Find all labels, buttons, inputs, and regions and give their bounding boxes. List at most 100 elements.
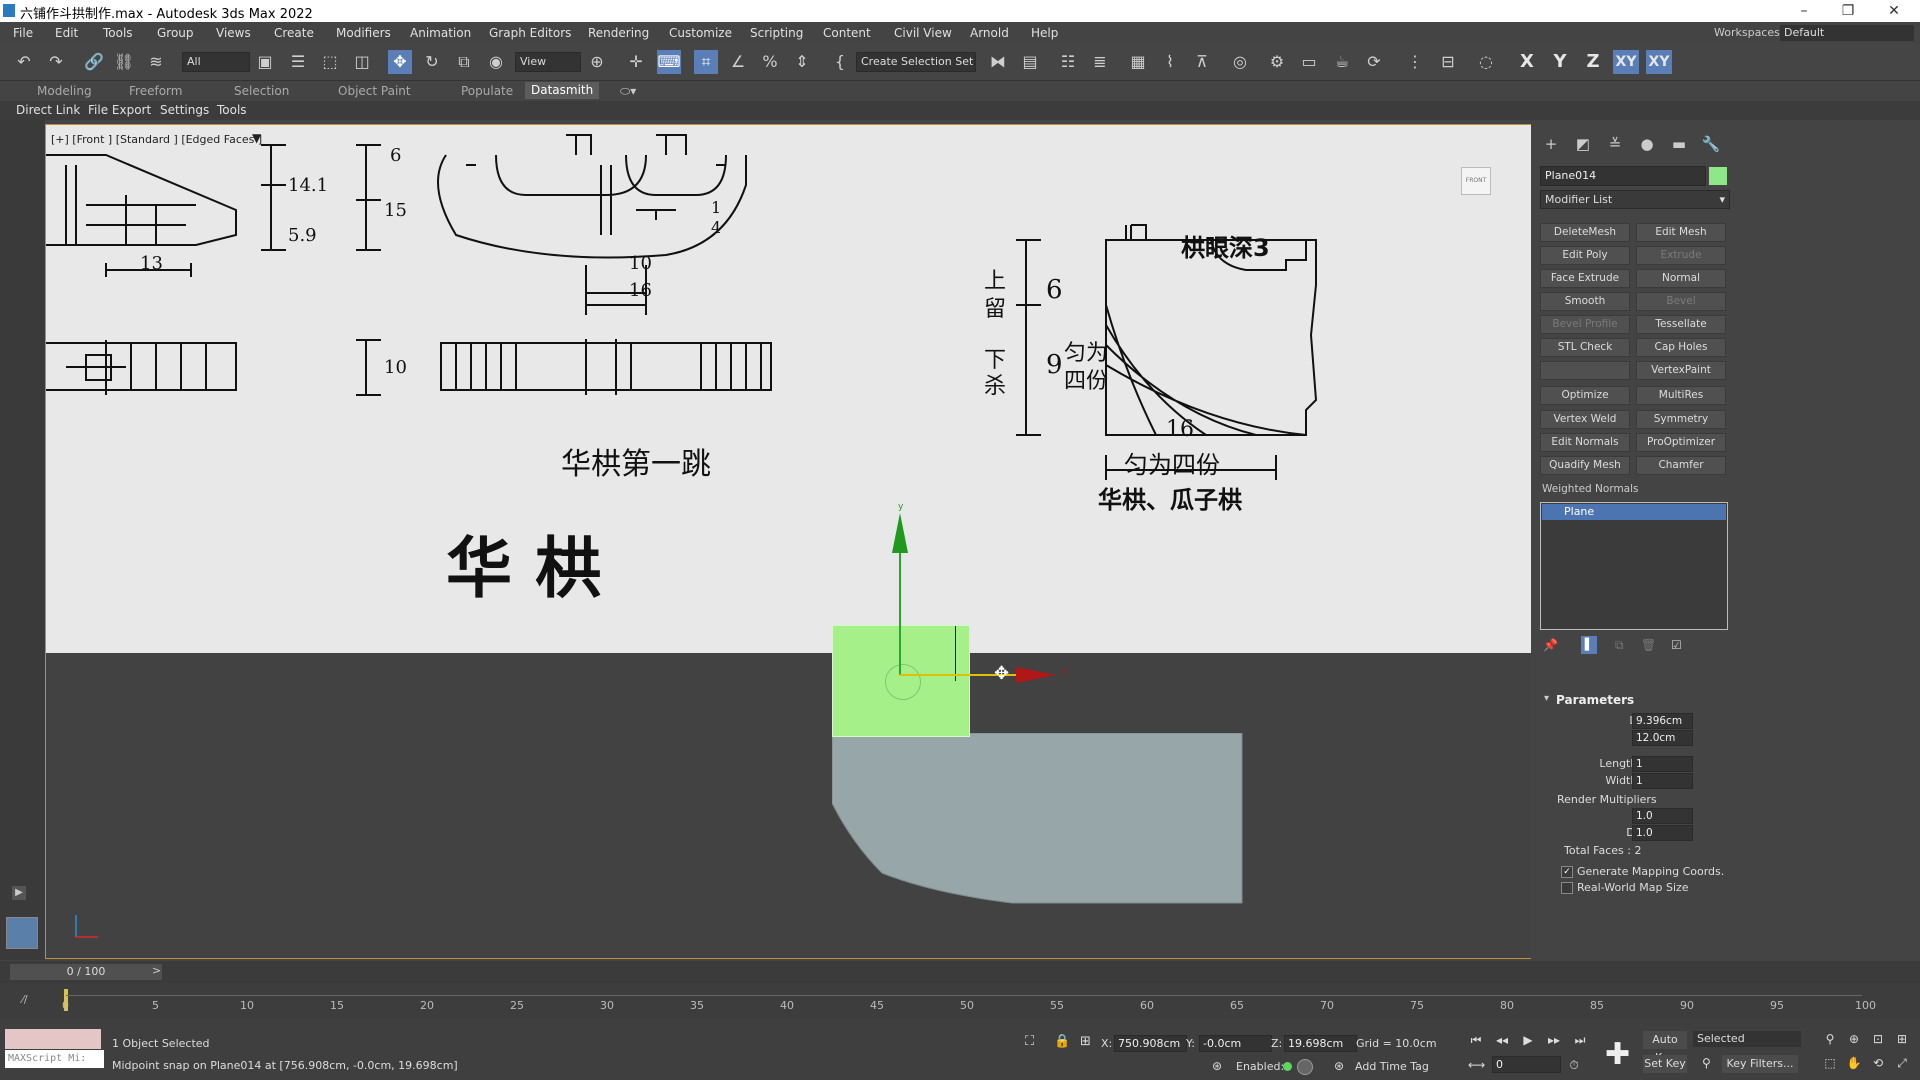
direct-link-menu[interactable]: Direct Link — [16, 103, 80, 117]
track-bar[interactable]: ⁄/ 0 5 10 15 20 25 30 35 40 45 50 55 60 … — [0, 983, 1920, 1019]
mod-cap-holes-button[interactable]: Cap Holes — [1636, 338, 1726, 357]
axis-xy-button[interactable]: XY — [1613, 50, 1639, 74]
mod-editpoly-button[interactable]: Edit Poly — [1540, 246, 1630, 265]
bind-space-warp-icon[interactable]: ≋ — [144, 50, 168, 74]
z-coordinate-field[interactable]: 19.698cm — [1284, 1035, 1357, 1052]
axis-x-button[interactable]: X — [1514, 50, 1540, 74]
mod-stl-check-button[interactable]: STL Check — [1540, 338, 1630, 357]
pivot-center-icon[interactable]: ⊕ — [585, 50, 609, 74]
mod-editmesh-button[interactable]: Edit Mesh — [1636, 223, 1726, 242]
mod-vertexpaint-button[interactable]: VertexPaint — [1636, 361, 1726, 380]
scene-explorer-icon[interactable]: ☷ — [1056, 50, 1080, 74]
auto-key-button[interactable]: Auto Key — [1643, 1031, 1687, 1064]
material-editor-icon[interactable]: ◎ — [1228, 50, 1252, 74]
key-filters-button[interactable]: Key Filters... — [1722, 1055, 1798, 1073]
file-export-menu[interactable]: File Export — [88, 103, 151, 117]
enabled-toggle[interactable] — [1297, 1059, 1313, 1075]
menu-scripting[interactable]: Scripting — [750, 26, 803, 40]
mod-bevel-button[interactable]: Bevel — [1636, 292, 1726, 311]
layout-thumbnail[interactable] — [6, 917, 38, 949]
mini-curve-editor-icon[interactable]: ⁄/ — [22, 993, 28, 1006]
snaps-toggle-icon[interactable]: ⌗ — [694, 50, 718, 74]
mod-extrude-button[interactable]: Extrude — [1636, 246, 1726, 265]
mod-smooth-button[interactable]: Smooth — [1540, 292, 1630, 311]
motion-tab-icon[interactable]: ● — [1637, 134, 1657, 154]
mod-tessellate-button[interactable]: Tessellate — [1636, 315, 1726, 334]
mod-quadify-mesh-button[interactable]: Quadify Mesh — [1540, 456, 1630, 475]
unlink-icon[interactable]: ⛓ — [112, 50, 136, 74]
tab-datasmith[interactable]: Datasmith — [525, 82, 600, 99]
move-gizmo[interactable]: y x — [806, 495, 1106, 715]
maxscript-mini-listener[interactable]: MAXScript Mi: — [5, 1050, 104, 1068]
mod-face-extrude-button[interactable]: Face Extrude — [1540, 269, 1630, 288]
tab-populate[interactable]: Populate — [461, 84, 513, 98]
time-slider[interactable]: < 0 / 100 > — [0, 961, 1920, 983]
menu-file[interactable]: File — [13, 26, 33, 40]
curve-editor-icon[interactable]: ⌇ — [1158, 50, 1182, 74]
menu-graph-editors[interactable]: Graph Editors — [489, 26, 571, 40]
mod-multires-button[interactable]: MultiRes — [1636, 386, 1726, 405]
render-production-icon[interactable]: ☕ — [1330, 50, 1354, 74]
pin-stack-icon[interactable]: 📌 — [1543, 638, 1558, 652]
modifier-list-dropdown[interactable]: Modifier List ▾ — [1540, 190, 1730, 209]
enabled-status-dot[interactable] — [1283, 1062, 1292, 1071]
tab-selection[interactable]: Selection — [234, 84, 289, 98]
toggle-ribbon-icon[interactable]: ▦ — [1126, 50, 1150, 74]
time-slider-thumb[interactable]: 0 / 100 — [10, 964, 162, 980]
rect-selection-icon[interactable]: ⬚ — [318, 50, 342, 74]
select-scale-icon[interactable]: ⧉ — [452, 50, 476, 74]
mod-deletemesh-button[interactable]: DeleteMesh — [1540, 223, 1630, 242]
width-spinner[interactable]: 12.0cm — [1632, 730, 1693, 746]
select-object-icon[interactable]: ▣ — [253, 50, 277, 74]
play-icon[interactable]: ▶ — [1520, 1032, 1536, 1048]
mod-weighted-normals-button[interactable]: Weighted Normals — [1542, 483, 1639, 495]
selection-lock-icon[interactable]: 🔒 — [1054, 1034, 1070, 1049]
ribbon-options-icon[interactable]: ⬭▾ — [620, 84, 636, 99]
key-mode-icon[interactable]: ⟷ — [1468, 1057, 1485, 1073]
show-end-result-icon[interactable]: ▌ — [1581, 636, 1597, 654]
menu-edit[interactable]: Edit — [55, 26, 78, 40]
select-place-icon[interactable]: ◉ — [484, 50, 508, 74]
parameters-rollout-title[interactable]: Parameters — [1556, 693, 1634, 707]
reference-coordinate-dropdown[interactable]: View — [515, 52, 581, 72]
menu-views[interactable]: Views — [216, 26, 251, 40]
current-frame-field[interactable]: 0 — [1492, 1056, 1561, 1073]
isolate-selection-icon[interactable]: ⛶ — [1025, 1034, 1034, 1049]
object-color-swatch[interactable] — [1709, 167, 1727, 185]
next-frame-icon[interactable]: ▸▸ — [1546, 1032, 1562, 1048]
time-next-button[interactable]: > — [152, 964, 161, 977]
pan-icon[interactable]: ✋ — [1846, 1055, 1862, 1071]
create-tab-icon[interactable]: + — [1541, 134, 1561, 154]
time-configuration-icon[interactable]: ⏱ — [1566, 1057, 1582, 1073]
render-setup-icon[interactable]: ⚙ — [1265, 50, 1289, 74]
remove-modifier-icon[interactable]: 🗑 — [1641, 638, 1656, 652]
lasso-select-icon[interactable]: ◌ — [1474, 50, 1498, 74]
schematic-view-icon[interactable]: ⊼ — [1190, 50, 1214, 74]
menu-tools[interactable]: Tools — [103, 26, 133, 40]
zoom-extents-icon[interactable]: ⊡ — [1870, 1031, 1886, 1047]
align-icon[interactable]: ▤ — [1018, 50, 1042, 74]
mod-prooptimizer-button[interactable]: ProOptimizer — [1636, 433, 1726, 452]
gray-profile-object[interactable] — [832, 733, 1244, 905]
grid-toggle-icon[interactable]: ⋮ — [1403, 50, 1427, 74]
tools-menu[interactable]: Tools — [217, 103, 247, 117]
tab-object-paint[interactable]: Object Paint — [338, 84, 411, 98]
expand-layout-icon[interactable]: ▶ — [12, 886, 26, 900]
set-key-icon[interactable]: ✚ — [1605, 1037, 1630, 1072]
menu-customize[interactable]: Customize — [669, 26, 732, 40]
region-zoom-icon[interactable]: ⬚ — [1822, 1055, 1838, 1071]
tab-freeform[interactable]: Freeform — [129, 84, 182, 98]
window-crossing-icon[interactable]: ◫ — [350, 50, 374, 74]
menu-modifiers[interactable]: Modifiers — [336, 26, 391, 40]
tab-modeling[interactable]: Modeling — [37, 84, 92, 98]
render-iterative-icon[interactable]: ⟳ — [1362, 50, 1386, 74]
orbit-icon[interactable]: ⟲ — [1870, 1055, 1886, 1071]
density-spinner[interactable]: 1.0 — [1632, 825, 1693, 841]
maximize-viewport-icon[interactable]: ⤢ — [1894, 1055, 1910, 1071]
axis-z-button[interactable]: Z — [1580, 50, 1606, 74]
redo-icon[interactable]: ↷ — [44, 50, 68, 74]
mirror-icon[interactable]: ⧓ — [986, 50, 1010, 74]
y-coordinate-field[interactable]: -0.0cm — [1199, 1035, 1272, 1052]
zoom-extents-all-icon[interactable]: ⊞ — [1894, 1031, 1910, 1047]
settings-menu[interactable]: Settings — [160, 103, 209, 117]
